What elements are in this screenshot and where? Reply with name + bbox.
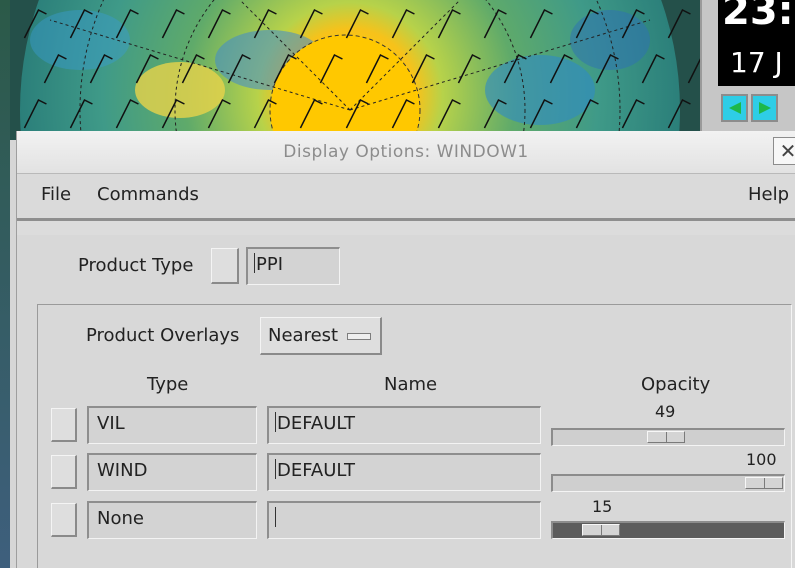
overlay-row-3-button[interactable] xyxy=(51,503,77,537)
product-overlays-label: Product Overlays xyxy=(86,325,240,346)
clock-time: 23: xyxy=(722,0,794,34)
text-cursor xyxy=(275,507,276,527)
text-cursor xyxy=(275,412,276,432)
slider-thumb[interactable] xyxy=(745,477,783,489)
product-type-field[interactable]: PPI xyxy=(246,247,340,285)
product-type-label: Product Type xyxy=(78,255,194,276)
radar-left-edge xyxy=(0,0,10,568)
product-type-value: PPI xyxy=(256,254,284,275)
product-type-button[interactable] xyxy=(211,248,239,284)
display-options-dialog: Display Options: WINDOW1 ✕ File Commands… xyxy=(16,131,795,568)
option-menu-indicator-icon xyxy=(347,333,371,340)
product-overlays-select[interactable]: Nearest xyxy=(260,317,382,355)
clock-date: 17 J xyxy=(730,46,783,79)
menu-file[interactable]: File xyxy=(41,184,71,205)
overlay-row-2-opacity-slider[interactable] xyxy=(551,474,785,492)
overlay-row-1-opacity-slider[interactable] xyxy=(551,428,785,446)
close-icon: ✕ xyxy=(779,139,795,163)
menu-commands[interactable]: Commands xyxy=(97,184,199,205)
overlay-row-2-button[interactable] xyxy=(51,455,77,489)
column-header-name: Name xyxy=(384,374,438,395)
slider-thumb[interactable] xyxy=(582,524,620,536)
column-header-opacity: Opacity xyxy=(641,374,711,395)
clock-display: 23: 17 J xyxy=(718,0,795,86)
previous-frame-button[interactable] xyxy=(721,94,748,122)
overlay-row-1-type[interactable]: VIL xyxy=(87,406,257,444)
overlay-row-1-name[interactable]: DEFAULT xyxy=(267,406,541,444)
overlay-row-2-name[interactable]: DEFAULT xyxy=(267,453,541,491)
overlay-row-3-opacity-value: 15 xyxy=(592,497,613,516)
overlay-row-1-name-value: DEFAULT xyxy=(277,413,355,434)
overlay-row-3-opacity-slider[interactable] xyxy=(551,521,785,539)
time-panel: 23: 17 J xyxy=(700,0,795,140)
dialog-title: Display Options: WINDOW1 xyxy=(283,142,529,162)
menu-help[interactable]: Help xyxy=(748,184,789,205)
dialog-titlebar[interactable]: Display Options: WINDOW1 ✕ xyxy=(17,131,795,174)
arrow-left-icon xyxy=(729,102,741,114)
radar-image xyxy=(0,0,700,140)
next-frame-button[interactable] xyxy=(751,94,778,122)
overlay-row-2-name-value: DEFAULT xyxy=(277,460,355,481)
text-cursor xyxy=(275,459,276,479)
product-overlays-selected: Nearest xyxy=(268,325,339,346)
column-header-type: Type xyxy=(147,374,189,395)
overlay-row-3-name[interactable] xyxy=(267,501,541,539)
overlay-row-2-opacity-value: 100 xyxy=(746,450,777,469)
radar-display xyxy=(0,0,700,140)
overlay-row-1-opacity-value: 49 xyxy=(655,402,676,421)
slider-thumb[interactable] xyxy=(647,431,685,443)
overlay-row-1-button[interactable] xyxy=(51,408,77,442)
arrow-right-icon xyxy=(759,102,771,114)
menu-bar: File Commands Help xyxy=(17,174,795,221)
overlay-row-3-type[interactable]: None xyxy=(87,501,257,539)
text-cursor xyxy=(254,253,255,273)
close-button[interactable]: ✕ xyxy=(773,137,795,165)
overlay-row-2-type[interactable]: WIND xyxy=(87,453,257,491)
